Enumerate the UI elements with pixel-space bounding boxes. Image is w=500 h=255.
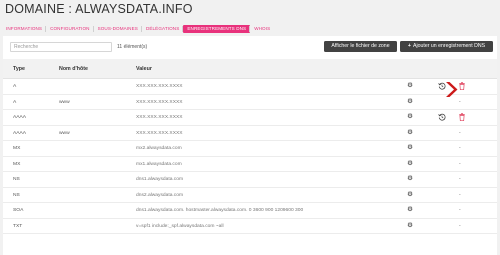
no-action-dash: - (459, 207, 461, 213)
record-count: 11 élément(s) (117, 44, 148, 50)
plus-icon: + (407, 43, 411, 49)
record-value: XXX.XXX.XXX.XXXX (136, 130, 183, 136)
record-type: SOA (13, 208, 24, 213)
dns-records-table: A XXX.XXX.XXX.XXXX ⚙ Awww XXX.XXX.XXX.XXXX ⚙ -… (3, 79, 497, 234)
arrow-pointer-icon (446, 82, 458, 97)
tab-informations[interactable]: INFORMATIONS (2, 25, 46, 33)
no-action-dash: - (459, 98, 461, 105)
table-row: AAAA XXX.XXX.XXX.XXXX ⚙ (3, 110, 497, 126)
table-row: SOA dns1.alwaysdata.com. hostmaster.alway… (3, 203, 497, 219)
column-header-type: Type (13, 66, 25, 72)
gear-icon[interactable]: ⚙ (407, 175, 413, 182)
record-host: www (59, 99, 70, 105)
table-row: NS dns2.alwaysdata.com ⚙ - (3, 188, 497, 203)
page-title: DOMAINE : ALWAYSDATA.INFO (5, 2, 193, 16)
gear-icon[interactable]: ⚙ (407, 160, 413, 167)
no-action-dash: - (459, 222, 461, 229)
gear-icon[interactable]: ⚙ (407, 113, 413, 120)
no-action-dash: - (459, 160, 461, 167)
gear-icon[interactable]: ⚙ (407, 82, 413, 89)
no-action-dash: - (459, 191, 461, 198)
tab-sous-domaines[interactable]: SOUS-DOMAINES (92, 25, 142, 33)
table-row: Awww XXX.XXX.XXX.XXXX ⚙ - (3, 95, 497, 110)
no-action-dash: - (459, 145, 461, 151)
tab-bar: INFORMATIONS CONFIGURATION SOUS-DOMAINES… (2, 23, 274, 35)
gear-icon[interactable]: ⚙ (407, 222, 413, 229)
table-row: A XXX.XXX.XXX.XXXX ⚙ (3, 79, 497, 95)
record-value: dns2.alwaysdata.com (136, 192, 184, 198)
record-type: AAAA (13, 130, 27, 136)
record-type: NS (13, 192, 20, 198)
tab-enregistrements-dns[interactable]: ENREGISTREMENTS DNS (182, 25, 251, 33)
trash-icon[interactable] (459, 113, 465, 121)
record-value: dns1.alwaysdata.com. hostmaster.alwaysda… (136, 208, 304, 213)
gear-icon[interactable]: ⚙ (407, 144, 413, 151)
record-type: TXT (13, 223, 23, 229)
dns-records-panel: 11 élément(s) Afficher le fichier de zon… (3, 36, 497, 255)
no-action-dash: - (459, 176, 461, 182)
table-row: MX mx1.alwaysdata.com ⚙ - (3, 157, 497, 172)
gear-icon[interactable]: ⚙ (407, 98, 413, 105)
record-type: NS (13, 177, 20, 182)
record-value: XXX.XXX.XXX.XXXX (136, 84, 183, 89)
no-action-dash: - (459, 129, 461, 136)
record-value: dns1.alwaysdata.com (136, 177, 184, 182)
record-type: A (13, 84, 17, 89)
record-value: mx1.alwaysdata.com (136, 161, 182, 167)
tab-delegations[interactable]: DÉLÉGATIONS (140, 25, 183, 33)
record-type: MX (13, 161, 21, 167)
record-type: A (13, 99, 17, 105)
record-value: mx2.alwaysdata.com (136, 146, 182, 151)
table-row: AAAA www XXX.XXX.XXX.XXXX ⚙ - (3, 126, 497, 141)
add-dns-record-button[interactable]: + Ajouter un enregistrement DNS (400, 41, 493, 52)
table-header: Type Nom d'hôte Valeur (3, 59, 497, 79)
table-row: MX mx2.alwaysdata.com ⚙ - (3, 141, 497, 157)
column-header-value: Valeur (136, 66, 152, 72)
add-dns-record-label: Ajouter un enregistrement DNS (413, 43, 486, 49)
record-host: www (59, 130, 70, 136)
restore-icon[interactable] (438, 113, 446, 121)
show-zone-file-button[interactable]: Afficher le fichier de zone (324, 41, 397, 52)
gear-icon[interactable]: ⚙ (407, 206, 413, 213)
record-value: v=spf1 include:_spf.alwaysdata.com ~all (136, 223, 224, 229)
tab-whois[interactable]: WHOIS (249, 25, 274, 33)
column-header-host: Nom d'hôte (59, 66, 88, 72)
gear-icon[interactable]: ⚙ (407, 191, 413, 198)
record-type: MX (13, 146, 21, 151)
record-value: XXX.XXX.XXX.XXXX (136, 115, 183, 120)
table-row: TXT v=spf1 include:_spf.alwaysdata.com ~a… (3, 219, 497, 234)
table-row: NS dns1.alwaysdata.com ⚙ - (3, 172, 497, 188)
record-value: XXX.XXX.XXX.XXXX (136, 99, 183, 105)
trash-icon[interactable] (459, 82, 465, 90)
search-input[interactable] (10, 42, 112, 52)
tab-configuration[interactable]: CONFIGURATION (45, 25, 94, 33)
record-type: AAAA (13, 115, 27, 120)
gear-icon[interactable]: ⚙ (407, 129, 413, 136)
